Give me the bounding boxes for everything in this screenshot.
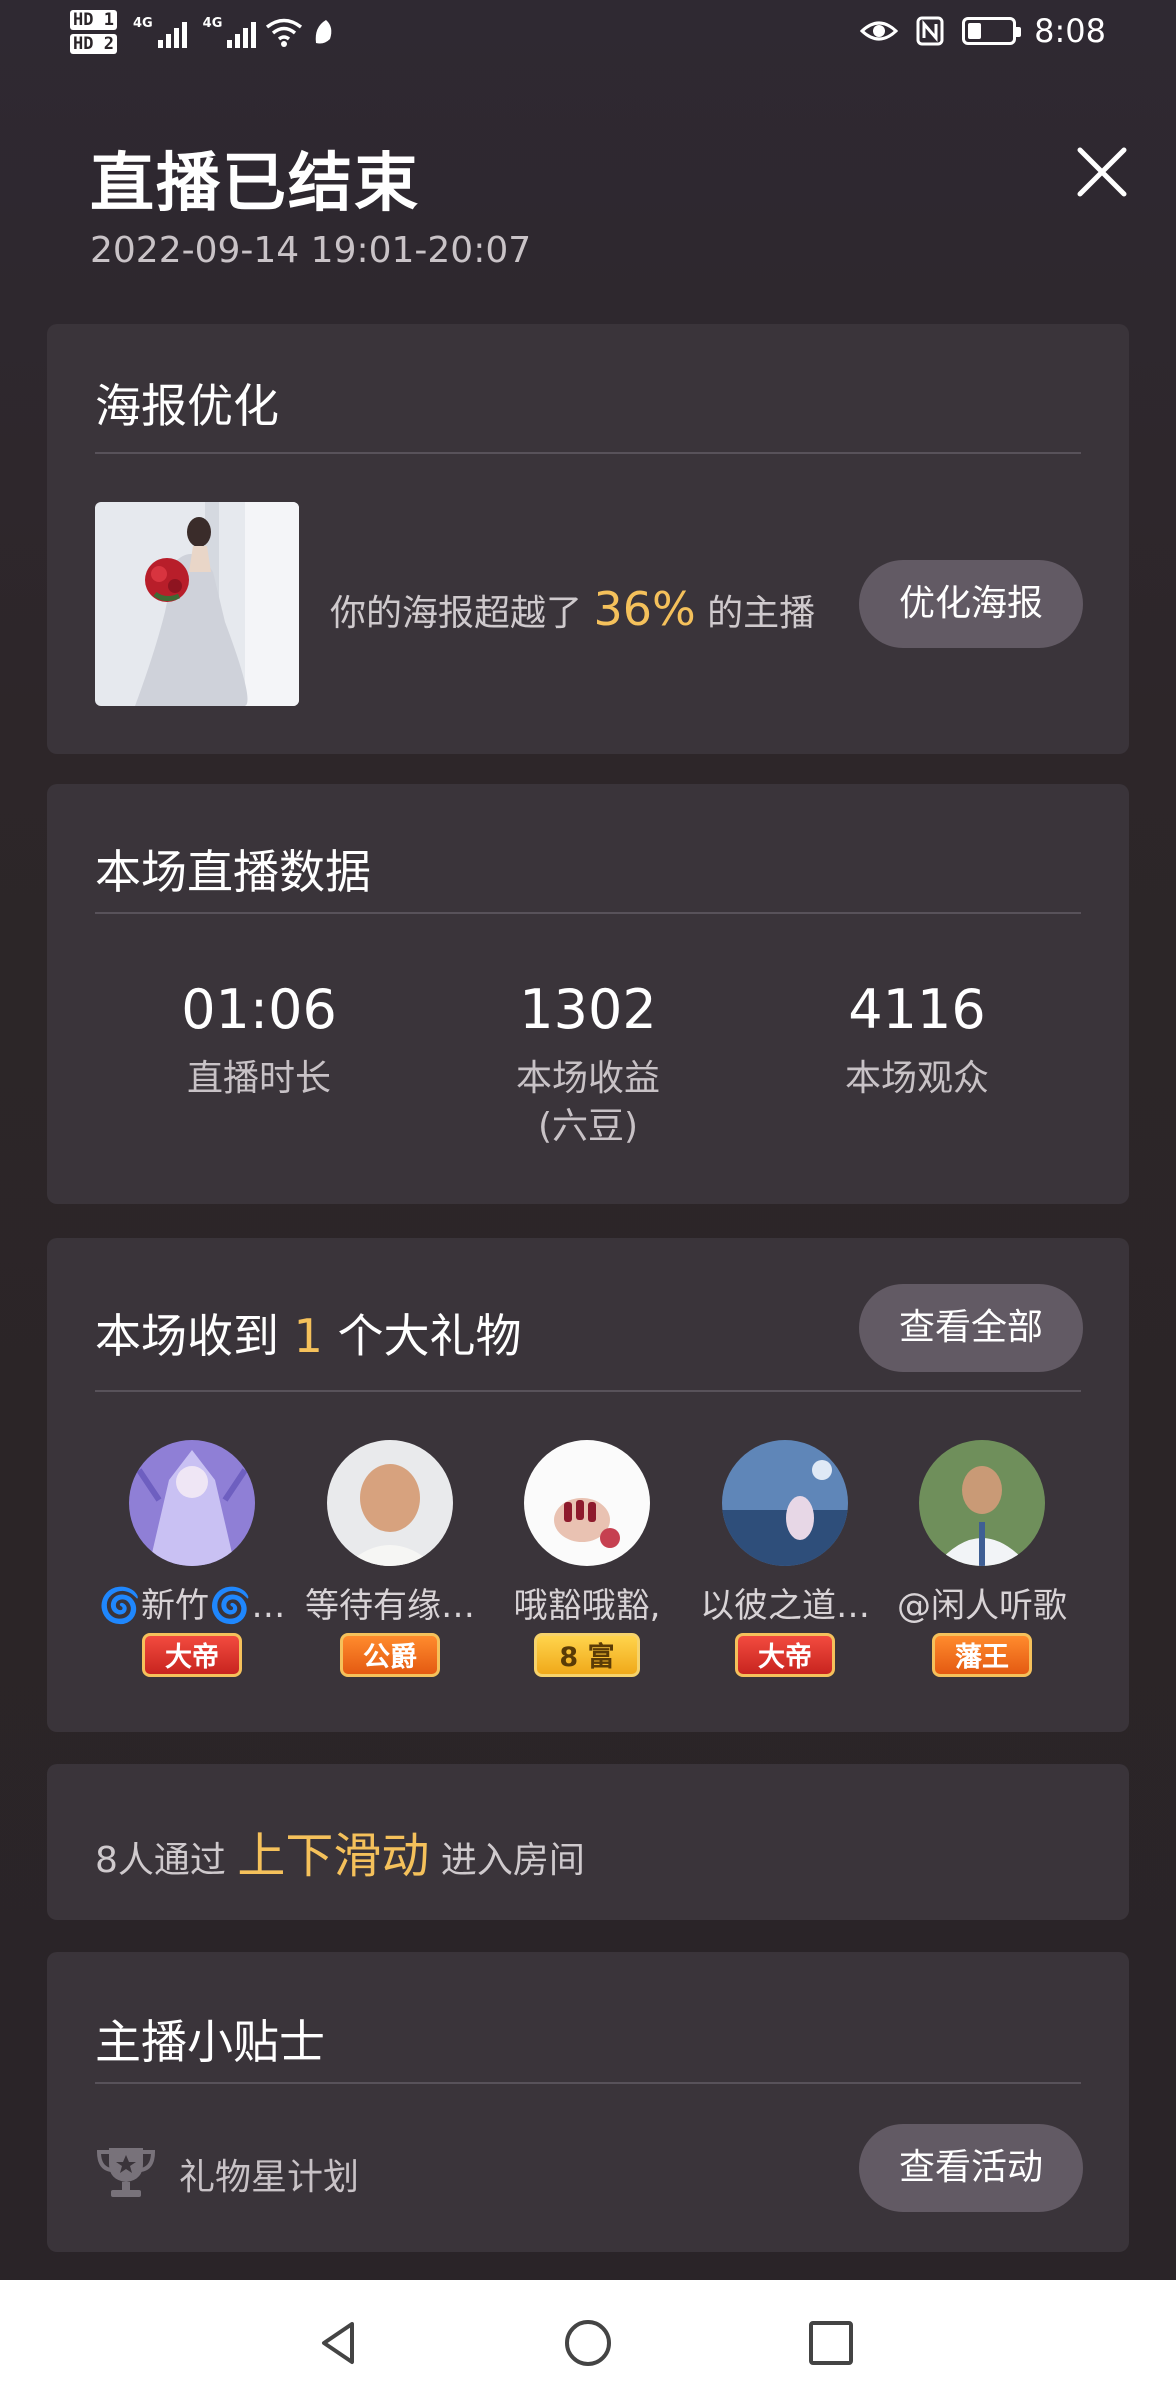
gifts-title-prefix: 本场收到 [95,1309,279,1363]
poster-rank-text: 你的海报超越了 36% 的主播 [330,582,815,636]
gift-user-name: 🌀新竹🌀… [98,1586,286,1626]
level-badge: 大帝 [142,1633,242,1677]
signal-2-icon: 4G [203,16,257,48]
level-badge: 大帝 [735,1633,835,1677]
optimize-poster-button[interactable]: 优化海报 [859,560,1083,648]
stat-value: 4116 [848,978,986,1041]
leaf-icon [316,20,332,44]
swipe-entry-text: 8人通过 上下滑动 进入房间 [95,1816,585,1886]
poster-image [95,502,299,706]
gift-user-name: @闲人听歌 [897,1586,1067,1626]
stat-label: 直播时长 [186,1058,331,1099]
poster-card: 海报优化 你的海报超越了 36% 的主播 优化海报 [47,324,1129,754]
gift-user[interactable]: @闲人听歌 藩王 [887,1440,1077,1677]
stat-value: 01:06 [181,978,337,1041]
gifts-count: 1 [293,1309,323,1363]
nfc-icon [916,16,944,46]
level-badge: 藩王 [932,1633,1032,1677]
poster-thumbnail[interactable] [95,502,299,706]
status-bar: HD 1 HD 2 4G 4G 8:08 [0,0,1176,70]
home-nav-icon[interactable] [563,2318,613,2368]
swipe-entry-card: 8人通过 上下滑动 进入房间 [47,1764,1129,1920]
swipe-prefix: 8人通过 [95,1840,226,1881]
swipe-suffix: 进入房间 [440,1840,585,1881]
stat-label: 本场观众 [844,1058,989,1099]
tips-card-title: 主播小贴士 [95,2015,325,2069]
signal-1-icon: 4G [133,16,187,48]
poster-text-prefix: 你的海报超越了 [330,593,583,634]
stat-label-line1: 本场收益 [515,1058,660,1099]
divider [95,452,1081,454]
poster-text-suffix: 的主播 [707,593,816,634]
level-badge: 公爵 [340,1633,440,1677]
hd2-label: HD 2 [70,34,117,54]
gift-user-name: 等待有缘… [305,1586,475,1626]
battery-icon [962,17,1022,45]
net1-label: 4G [132,16,153,31]
gift-user[interactable]: 哦豁哦豁, 8 富 [492,1440,682,1677]
system-nav-bar [0,2280,1176,2400]
hd-indicator: HD 1 HD 2 [70,10,117,54]
net2-label: 4G [202,16,223,31]
gifts-card-title: 本场收到 1 个大礼物 [95,1300,522,1366]
divider [95,2082,1081,2084]
wifi-icon [266,18,303,47]
live-time-range: 2022-09-14 19:01-20:07 [90,230,532,271]
page-title: 直播已结束 [90,147,420,221]
divider [95,912,1081,914]
stat-value: 1302 [519,978,657,1041]
status-left: HD 1 HD 2 4G 4G [70,10,336,54]
stats-card-title: 本场直播数据 [95,845,371,899]
eye-comfort-icon [860,21,899,41]
hd1-label: HD 1 [70,10,117,30]
gifts-title-suffix: 个大礼物 [337,1309,522,1363]
gift-user-name: 以彼之道… [700,1586,870,1626]
avatar [524,1440,650,1566]
avatar [129,1440,255,1566]
poster-percent: 36% [593,582,696,636]
swipe-highlight: 上下滑动 [237,1828,430,1884]
big-gifts-card: 本场收到 1 个大礼物 查看全部 🌀新竹🌀… 大帝 等待有缘… 公爵 哦豁哦豁,… [47,1238,1129,1732]
divider [95,1390,1081,1392]
gift-user[interactable]: 等待有缘… 公爵 [295,1440,485,1677]
clock: 8:08 [1034,12,1106,50]
stat-duration: 01:06 直播时长 [129,978,389,1103]
stat-income: 1302 本场收益 (六豆) [458,978,718,1151]
level-badge: 8 富 [534,1633,640,1677]
stat-audience: 4116 本场观众 [787,978,1047,1103]
tips-item-label: 礼物星计划 [179,2157,360,2198]
view-all-button[interactable]: 查看全部 [859,1284,1083,1372]
status-right: 8:08 [860,12,1106,50]
close-icon[interactable] [1072,142,1132,202]
back-nav-icon[interactable] [314,2318,364,2368]
stat-label: 本场收益 (六豆) [458,1055,718,1151]
battery-fill [968,23,982,39]
gift-user-name: 哦豁哦豁, [513,1586,661,1626]
live-stats-card: 本场直播数据 01:06 直播时长 1302 本场收益 (六豆) 4116 本场… [47,784,1129,1204]
poster-card-title: 海报优化 [95,379,279,433]
stat-label-line2: (六豆) [537,1106,639,1147]
avatar [919,1440,1045,1566]
trophy-icon [96,2148,156,2197]
avatar [327,1440,453,1566]
host-tips-card: 主播小贴士 礼物星计划 查看活动 [47,1952,1129,2252]
gift-user[interactable]: 以彼之道… 大帝 [690,1440,880,1677]
view-activity-button[interactable]: 查看活动 [859,2124,1083,2212]
gift-user[interactable]: 🌀新竹🌀… 大帝 [97,1440,287,1677]
recents-nav-icon[interactable] [806,2318,856,2368]
avatar [722,1440,848,1566]
